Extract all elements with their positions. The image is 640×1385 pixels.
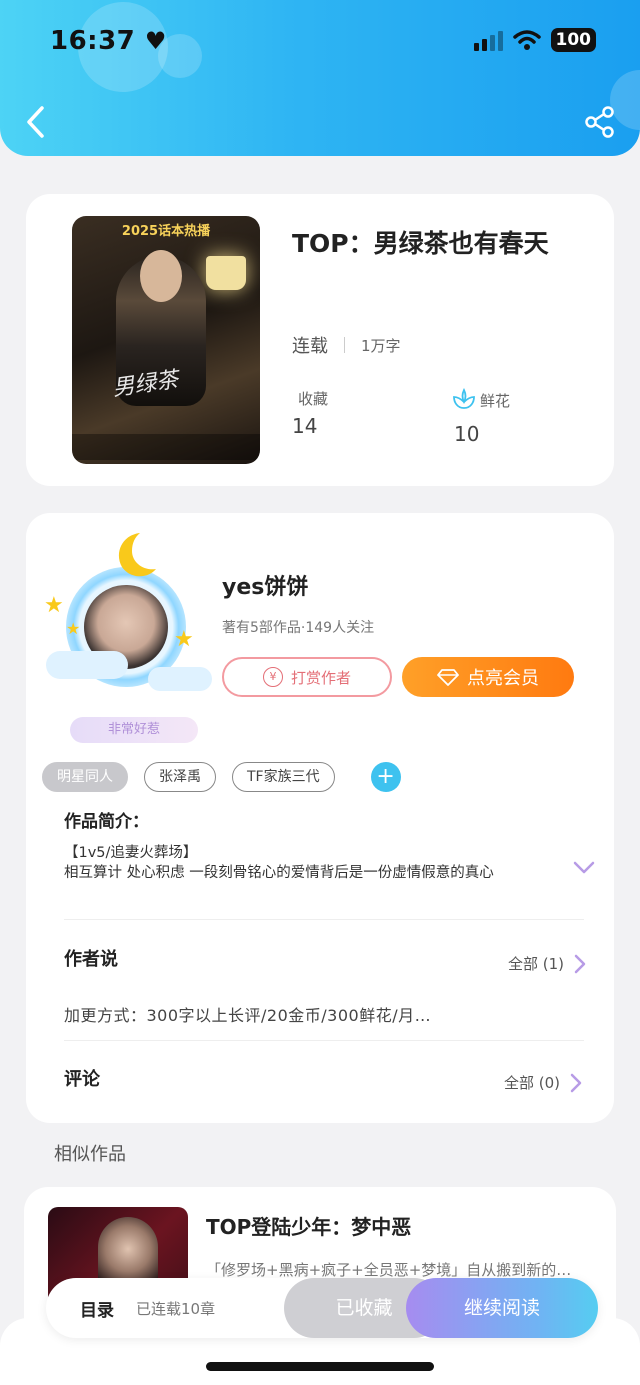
cloud-decor: [46, 651, 128, 679]
intro-title: 作品简介：: [64, 812, 149, 832]
similar-works-title: 相似作品: [54, 1144, 126, 1165]
wifi-icon: [512, 30, 541, 50]
comments-all-label: 全部 (0): [504, 1074, 561, 1092]
chevron-right-icon: [570, 1073, 582, 1092]
divider: [64, 1040, 584, 1041]
comments-title: 评论: [64, 1069, 100, 1090]
top-header: 16:37 ♥ 100: [0, 0, 640, 156]
star-icon: ★: [44, 593, 64, 618]
flowers-label: 鲜花: [480, 392, 511, 410]
author-says-title: 作者说: [64, 949, 118, 970]
divider: [64, 919, 584, 920]
book-title: TOP：男绿茶也有春天: [292, 229, 549, 258]
toc-button[interactable]: 目录: [80, 1296, 114, 1321]
meta-divider: [344, 337, 345, 353]
cellular-signal-icon: [473, 29, 503, 51]
author-name[interactable]: yes饼饼: [222, 569, 308, 601]
battery-indicator: 100: [550, 28, 596, 52]
flower-icon: [453, 388, 475, 409]
status-icons: 100: [473, 28, 596, 52]
tag-item[interactable]: 明星同人: [42, 762, 128, 792]
tag-item[interactable]: 张泽禹: [144, 762, 216, 792]
tip-author-button[interactable]: ¥ 打赏作者: [222, 657, 392, 697]
comments-all-link[interactable]: 全部 (0): [504, 1072, 582, 1093]
similar-work-desc: 「修罗场+黑病+疯子+全员恶+梦境」自从搬到新的…: [206, 1261, 572, 1279]
tag-item[interactable]: TF家族三代: [232, 762, 335, 792]
author-avatar[interactable]: ★ ★ ★ 非常好惹: [40, 527, 212, 743]
intro-text: 相互算计 处心积虑 一段刻骨铭心的爱情背后是一份虚情假意的真心: [64, 865, 494, 881]
cover-banner: 2025话本热播: [121, 224, 211, 239]
cover-lamp: [206, 256, 246, 290]
author-says-all-link[interactable]: 全部 (1): [508, 953, 586, 974]
star-icon: ★: [66, 619, 81, 638]
tip-author-label: 打赏作者: [290, 668, 351, 687]
favorites-count: 14: [292, 414, 318, 438]
author-says-text[interactable]: 加更方式：300字以上长评/20金币/300鲜花/月…: [64, 1002, 431, 1026]
tag-list: 明星同人 张泽禹 TF家族三代 +: [42, 762, 401, 792]
flowers-count: 10: [454, 422, 480, 446]
diamond-icon: [437, 669, 459, 686]
add-tag-button[interactable]: +: [370, 762, 401, 792]
chevron-down-icon[interactable]: [572, 859, 596, 877]
vip-label: 点亮会员: [467, 668, 539, 689]
vip-button[interactable]: 点亮会员: [402, 657, 574, 697]
chapter-count: 已连载10章: [136, 1300, 216, 1318]
book-status: 连载: [292, 336, 328, 357]
status-time: 16:37 ♥: [50, 26, 167, 56]
yen-icon: ¥: [262, 667, 283, 687]
book-info-card: 2025话本热播 男绿茶 TOP：男绿茶也有春天 连载 1万字 收藏 14 鲜花…: [26, 194, 614, 486]
share-icon[interactable]: [584, 106, 616, 138]
author-badge: 非常好惹: [70, 717, 198, 743]
intro-text: 【1v5/追妻火葬场】: [64, 845, 198, 861]
book-meta: 连载 1万字: [292, 332, 401, 358]
similar-work-title: TOP登陆少年：梦中恶: [206, 1215, 412, 1239]
chevron-right-icon: [574, 954, 586, 973]
book-cover[interactable]: 2025话本热播 男绿茶: [72, 216, 260, 464]
cloud-decor: [148, 667, 212, 691]
star-icon: ★: [174, 627, 194, 652]
back-arrow-icon[interactable]: [22, 104, 50, 140]
author-stats: 著有5部作品·149人关注: [222, 620, 375, 636]
bottom-action-bar: 目录 已连载10章 已收藏 继续阅读: [46, 1278, 598, 1338]
author-says-all-label: 全部 (1): [508, 955, 565, 973]
book-word-count: 1万字: [361, 336, 401, 355]
heart-icon: ♥: [144, 27, 167, 55]
cover-face: [140, 250, 182, 302]
favorites-label: 收藏: [298, 390, 329, 408]
author-card: ★ ★ ★ 非常好惹 yes饼饼 著有5部作品·149人关注 ¥ 打赏作者 点亮…: [26, 513, 614, 1123]
home-indicator: [206, 1362, 434, 1371]
cover-footer: [72, 434, 260, 460]
continue-reading-button[interactable]: 继续阅读: [406, 1278, 598, 1338]
moon-icon: [118, 533, 156, 577]
